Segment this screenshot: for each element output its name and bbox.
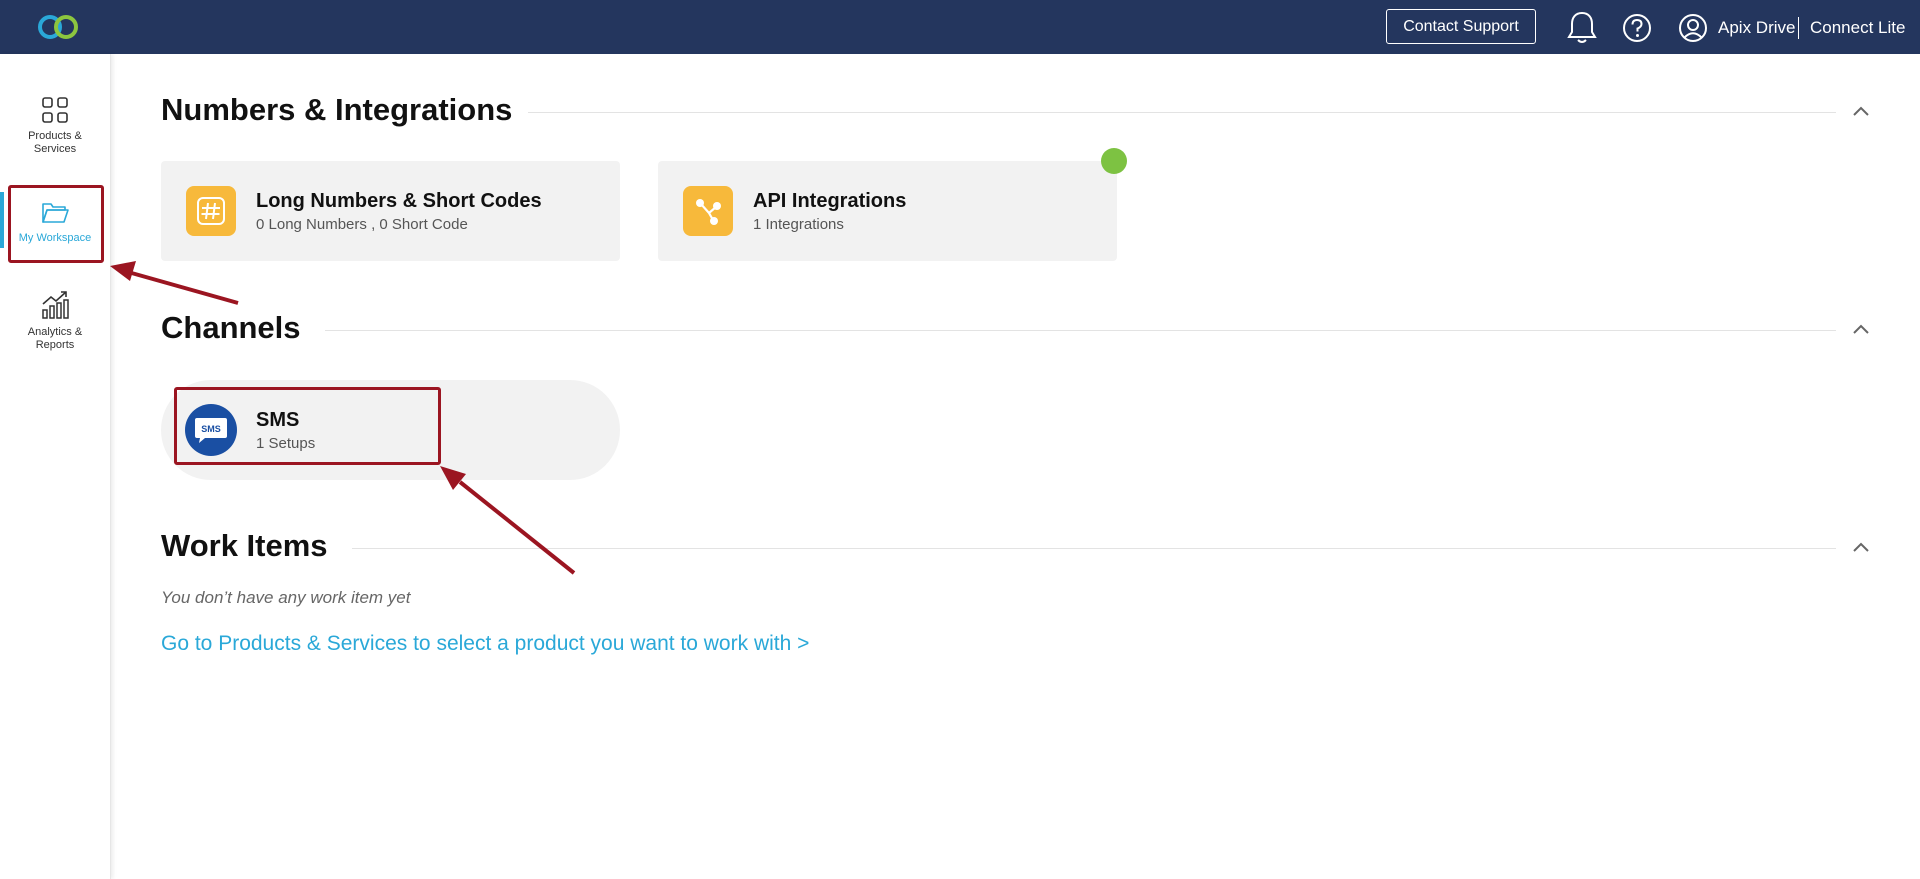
sidebar-item-label: Analytics & Reports [27, 326, 83, 351]
sidebar-item-label: My Workspace [18, 232, 92, 244]
card-api-integrations[interactable]: API Integrations 1 Integrations [658, 161, 1117, 261]
contact-support-button[interactable]: Contact Support [1386, 9, 1536, 44]
sidebar: Products & Services My Workspace Analyti… [0, 54, 111, 879]
sidebar-item-analytics-reports[interactable]: Analytics & Reports [0, 290, 110, 370]
section-divider [528, 112, 1836, 113]
folder-icon [42, 203, 69, 223]
product-name[interactable]: Connect Lite [1810, 18, 1905, 38]
grid-icon [42, 97, 68, 123]
notification-bell-icon[interactable] [1566, 10, 1598, 46]
card-subtitle: 1 Integrations [753, 216, 844, 233]
user-name[interactable]: Apix Drive [1718, 18, 1795, 38]
card-sms[interactable]: SMS SMS 1 Setups [161, 380, 620, 480]
arrow-to-workspace [127, 270, 239, 305]
status-dot [1101, 148, 1127, 174]
user-avatar-icon[interactable] [1678, 13, 1708, 43]
sidebar-item-products-services[interactable]: Products & Services [0, 96, 110, 176]
work-items-empty-text: You don’t have any work item yet [161, 588, 411, 607]
section-title-channels: Channels [161, 310, 301, 345]
card-subtitle: 0 Long Numbers , 0 Short Code [256, 216, 468, 233]
arrow-to-workspace-head [110, 261, 136, 281]
go-to-products-link[interactable]: Go to Products & Services to select a pr… [161, 632, 809, 656]
collapse-chevron-icon[interactable] [1850, 540, 1872, 554]
section-divider [325, 330, 1836, 331]
section-divider [352, 548, 1836, 549]
share-icon [683, 186, 733, 236]
bar-chart-icon [42, 291, 69, 319]
section-title-work-items: Work Items [161, 528, 328, 563]
card-subtitle: 1 Setups [256, 435, 316, 452]
section-title-numbers-integrations: Numbers & Integrations [161, 92, 513, 127]
card-title: Long Numbers & Short Codes [256, 190, 542, 212]
arrow-to-sms [458, 480, 576, 575]
svg-text:SMS: SMS [201, 424, 221, 434]
sidebar-item-label: Products & Services [28, 130, 82, 155]
top-bar: Contact Support Apix Drive Connect Lite [0, 0, 1920, 54]
sidebar-item-my-workspace[interactable]: My Workspace [0, 200, 110, 280]
collapse-chevron-icon[interactable] [1850, 322, 1872, 336]
hash-icon [186, 186, 236, 236]
header-divider [1798, 17, 1799, 39]
card-long-numbers-short-codes[interactable]: Long Numbers & Short Codes 0 Long Number… [161, 161, 620, 261]
help-icon[interactable] [1622, 13, 1652, 43]
card-title: SMS [256, 409, 300, 431]
card-title: API Integrations [753, 190, 907, 212]
collapse-chevron-icon[interactable] [1850, 104, 1872, 118]
sms-icon: SMS [185, 404, 237, 456]
logo-icon[interactable] [36, 12, 80, 42]
